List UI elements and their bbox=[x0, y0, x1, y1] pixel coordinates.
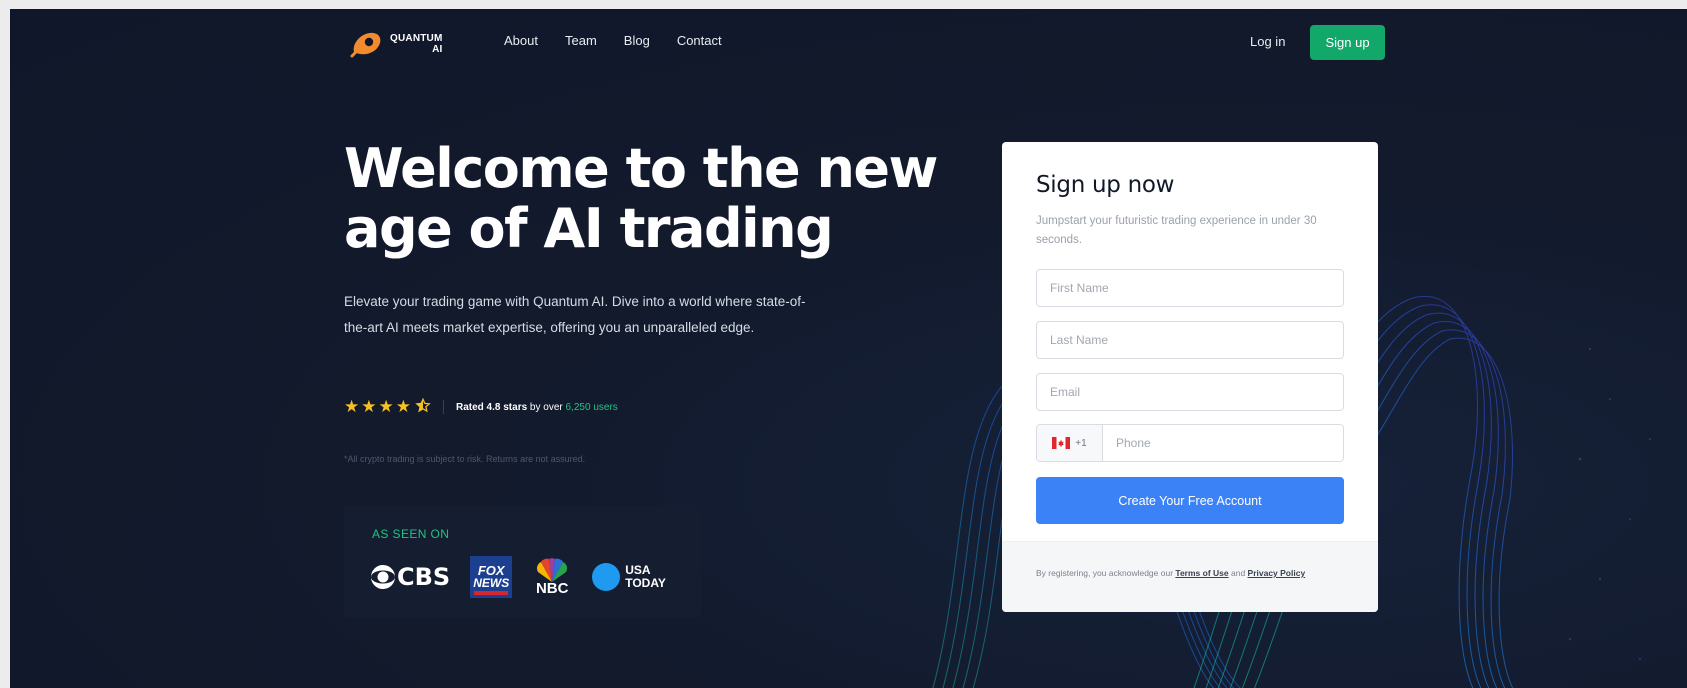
press-logos: CBS FOX NEWS NBC USA TODAY bbox=[370, 556, 666, 598]
nbc-peacock-icon bbox=[537, 558, 568, 582]
fox-news-logo: FOX NEWS bbox=[470, 556, 513, 598]
nav-link-contact[interactable]: Contact bbox=[677, 33, 722, 48]
star-icon: ★ bbox=[378, 397, 396, 416]
logo-wordmark: QUANTUM AI bbox=[390, 33, 443, 55]
nbc-text: NBC bbox=[535, 580, 569, 597]
rating-text: Rated 4.8 stars by over 6,250 users bbox=[456, 402, 618, 413]
quantum-ai-logo[interactable]: QUANTUM AI bbox=[350, 27, 443, 61]
first-name-field[interactable] bbox=[1036, 269, 1344, 307]
cbs-text: CBS bbox=[397, 563, 451, 591]
nav-links: About Team Blog Contact bbox=[504, 33, 722, 48]
half-star-icon bbox=[415, 397, 431, 413]
legal-and: and bbox=[1228, 568, 1248, 578]
email-field[interactable] bbox=[1036, 373, 1344, 411]
nav-link-team[interactable]: Team bbox=[565, 33, 597, 48]
phone-field[interactable] bbox=[1103, 425, 1343, 461]
logo-line-ai: AI bbox=[432, 44, 443, 55]
canada-flag-icon bbox=[1052, 437, 1071, 449]
star-icon: ★ bbox=[344, 397, 362, 416]
dial-code: +1 bbox=[1075, 437, 1087, 449]
news-text: NEWS bbox=[473, 576, 510, 590]
cbs-logo: CBS bbox=[370, 563, 450, 591]
hero-title-line2: age of AI trading bbox=[344, 197, 834, 260]
signup-form-title: Sign up now bbox=[1036, 172, 1175, 198]
as-seen-on-label: AS SEEN ON bbox=[372, 527, 450, 541]
risk-disclaimer: *All crypto trading is subject to risk. … bbox=[344, 454, 586, 464]
top-navigation: QUANTUM AI About Team Blog Contact Log i… bbox=[350, 25, 1386, 63]
logo-line-quantum: QUANTUM bbox=[390, 33, 443, 44]
login-link[interactable]: Log in bbox=[1250, 34, 1285, 49]
star-rating: ★★★★ bbox=[344, 397, 431, 417]
signup-button[interactable]: Sign up bbox=[1310, 25, 1385, 60]
rating-mid-text: by over bbox=[527, 401, 566, 413]
usa-today-text: USA TODAY bbox=[625, 564, 666, 590]
privacy-policy-link[interactable]: Privacy Policy bbox=[1248, 568, 1306, 578]
hero-title-line1: Welcome to the new bbox=[344, 137, 938, 200]
rating-stars-text: Rated 4.8 stars bbox=[456, 401, 528, 413]
today-text: TODAY bbox=[625, 576, 666, 590]
legal-prefix: By registering, you acknowledge our bbox=[1036, 568, 1176, 578]
rating-users-count: 6,250 users bbox=[565, 401, 618, 413]
fox-red-bar bbox=[474, 591, 509, 595]
usa-today-circle-icon bbox=[592, 563, 621, 591]
last-name-field[interactable] bbox=[1036, 321, 1344, 359]
quantum-logo-icon bbox=[350, 32, 381, 58]
rating-divider bbox=[443, 400, 444, 414]
create-account-button[interactable]: Create Your Free Account bbox=[1036, 477, 1344, 524]
signup-form-card: Sign up now Jumpstart your futuristic tr… bbox=[1002, 142, 1378, 612]
terms-of-use-link[interactable]: Terms of Use bbox=[1175, 568, 1228, 578]
cbs-eye-icon bbox=[371, 565, 395, 589]
legal-notice: By registering, you acknowledge our Term… bbox=[1036, 566, 1336, 580]
nbc-logo: NBC bbox=[532, 558, 572, 596]
hero-title: Welcome to the new age of AI trading bbox=[344, 139, 944, 259]
as-seen-on-panel: AS SEEN ON CBS FOX NEWS NBC USA TODAY bbox=[344, 506, 701, 618]
nav-link-blog[interactable]: Blog bbox=[624, 33, 650, 48]
signup-form-footer: By registering, you acknowledge our Term… bbox=[1002, 541, 1378, 612]
country-code-selector[interactable]: +1 bbox=[1037, 425, 1103, 461]
nav-link-about[interactable]: About bbox=[504, 33, 538, 48]
phone-field-group: +1 bbox=[1036, 424, 1344, 462]
star-icon: ★ bbox=[361, 397, 379, 416]
usa-today-logo: USA TODAY bbox=[592, 563, 666, 591]
landing-page: QUANTUM AI About Team Blog Contact Log i… bbox=[10, 9, 1687, 688]
star-icon: ★ bbox=[395, 397, 413, 416]
hero-subtitle: Elevate your trading game with Quantum A… bbox=[344, 294, 806, 335]
signup-form-subtitle: Jumpstart your futuristic trading experi… bbox=[1036, 215, 1317, 246]
rating-row: ★★★★ Rated 4.8 stars by over 6,250 users bbox=[344, 397, 618, 417]
